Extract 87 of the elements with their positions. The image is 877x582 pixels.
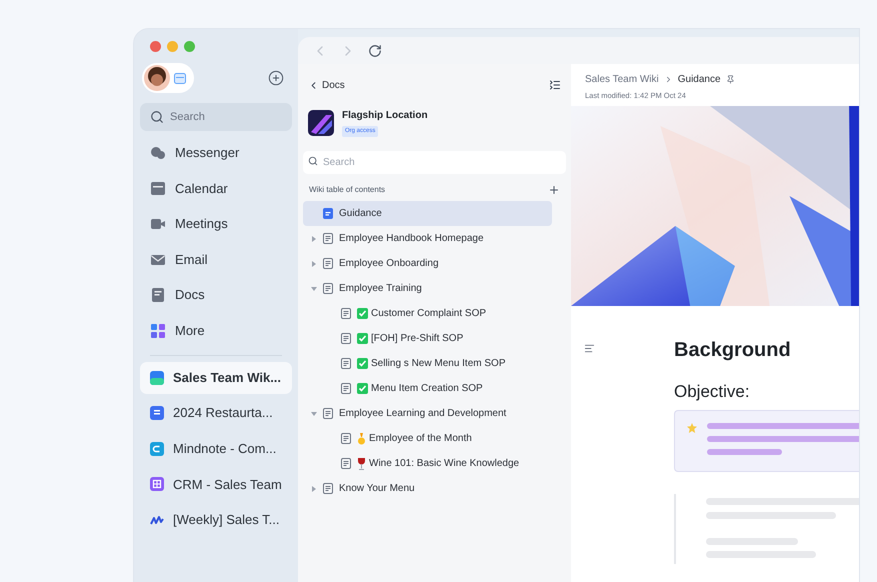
toc-item-label: Employee of the Month [369, 432, 472, 446]
toc-item-label: Employee Learning and Development [339, 407, 506, 421]
tree-search-field[interactable]: Search [303, 151, 566, 174]
toc-item[interactable]: Employee Onboarding [303, 251, 552, 276]
nav-item[interactable]: More [140, 312, 292, 349]
add-icon[interactable] [268, 70, 284, 86]
section-heading: Objective: [674, 382, 751, 402]
nav-item[interactable]: Meetings [140, 206, 292, 242]
collapsed-caret-icon[interactable] [311, 486, 317, 492]
medal-icon [357, 432, 366, 444]
nav-item[interactable]: Messenger [140, 135, 292, 171]
collapse-sidebar-icon[interactable] [549, 79, 561, 91]
toc-heading: Wiki table of contents [309, 184, 386, 196]
minimize-window-button[interactable] [167, 41, 178, 52]
add-icon[interactable] [548, 184, 560, 196]
document-icon [323, 258, 333, 269]
document-icon [341, 383, 351, 394]
calendar-icon [150, 180, 166, 196]
toc-item-label: Guidance [339, 207, 382, 221]
toc-item-label: Employee Handbook Homepage [339, 232, 484, 246]
zoom-window-button[interactable] [184, 41, 195, 52]
pinned-doc[interactable]: Mindnote - Com... [140, 432, 292, 465]
reload-icon[interactable] [368, 44, 382, 58]
breadcrumb-link[interactable]: Sales Team Wiki [585, 72, 659, 87]
star-icon [687, 423, 697, 433]
wine-glass-icon [357, 458, 366, 470]
pin-icon[interactable] [726, 75, 735, 84]
search-field[interactable]: Search [140, 103, 292, 131]
space-title: Flagship Location [342, 109, 428, 123]
pinned-doc[interactable]: Sales Team Wik... [140, 362, 292, 394]
document-icon [341, 458, 351, 469]
document-icon [341, 358, 351, 369]
outline-icon[interactable] [584, 343, 595, 354]
toc-item-label: Employee Training [339, 282, 422, 296]
collapsed-caret-icon[interactable] [311, 236, 317, 242]
docs-back-link[interactable]: Docs [308, 78, 345, 92]
search-icon [150, 110, 164, 124]
toc-item[interactable]: [FOH] Pre-Shift SOP [303, 326, 552, 351]
calendar-icon [174, 72, 186, 84]
toc-item[interactable]: Selling s New Menu Item SOP [303, 351, 552, 376]
search-icon [308, 156, 318, 166]
toc-item[interactable]: Guidance [303, 201, 552, 226]
checkmark-icon [357, 383, 368, 394]
document-icon [341, 433, 351, 444]
close-window-button[interactable] [150, 41, 161, 52]
toc-item-label: Selling s New Menu Item SOP [371, 357, 506, 371]
nav-item[interactable]: Email [140, 242, 292, 278]
pinned-doc[interactable]: 2024 Restaurta... [140, 397, 292, 430]
toc-item[interactable]: Employee Training [303, 276, 552, 301]
toc-item[interactable]: Customer Complaint SOP [303, 301, 552, 326]
toc-item-label: Know Your Menu [339, 482, 415, 496]
document-icon [341, 333, 351, 344]
document-icon [341, 308, 351, 319]
toc-item-label: Wine 101: Basic Wine Knowledge [369, 457, 520, 471]
toc-item[interactable]: Employee of the Month [303, 426, 552, 451]
checkmark-icon [357, 333, 368, 344]
breadcrumb-current: Guidance [678, 73, 721, 87]
collapsed-caret-icon[interactable] [311, 260, 317, 266]
pinned-doc[interactable]: CRM - Sales Team [140, 468, 292, 500]
toc-item[interactable]: Employee Learning and Development [303, 401, 552, 426]
toc-item-label: [FOH] Pre-Shift SOP [371, 332, 464, 346]
checkmark-icon [357, 358, 368, 369]
pinned-doc[interactable]: [Weekly] Sales T... [140, 504, 292, 536]
toc-item-label: Customer Complaint SOP [371, 307, 486, 321]
apps-grid-icon [150, 322, 166, 339]
toc-item-label: Menu Item Creation SOP [371, 382, 483, 396]
document-icon [323, 408, 333, 419]
nav-item[interactable]: Calendar [140, 170, 292, 206]
chat-icon [150, 144, 166, 161]
document-icon [323, 483, 333, 494]
toc-item[interactable]: Wine 101: Basic Wine Knowledge [303, 451, 552, 476]
page-heading: Background [674, 338, 792, 362]
avatar [144, 65, 170, 91]
expanded-caret-icon[interactable] [311, 286, 317, 292]
checkmark-icon [357, 308, 368, 319]
document-icon [323, 208, 333, 219]
toc-item[interactable]: Know Your Menu [303, 476, 552, 501]
toc-item-label: Employee Onboarding [339, 257, 439, 271]
document-icon [323, 233, 333, 244]
profile-pill[interactable] [142, 63, 194, 93]
toc-item[interactable]: Employee Handbook Homepage [303, 226, 552, 251]
nav-item[interactable]: Docs [140, 277, 292, 313]
space-icon [308, 110, 334, 136]
expanded-caret-icon[interactable] [311, 410, 317, 416]
toc-item[interactable]: Menu Item Creation SOP [303, 376, 552, 401]
document-icon [150, 287, 166, 304]
document-icon [323, 283, 333, 294]
